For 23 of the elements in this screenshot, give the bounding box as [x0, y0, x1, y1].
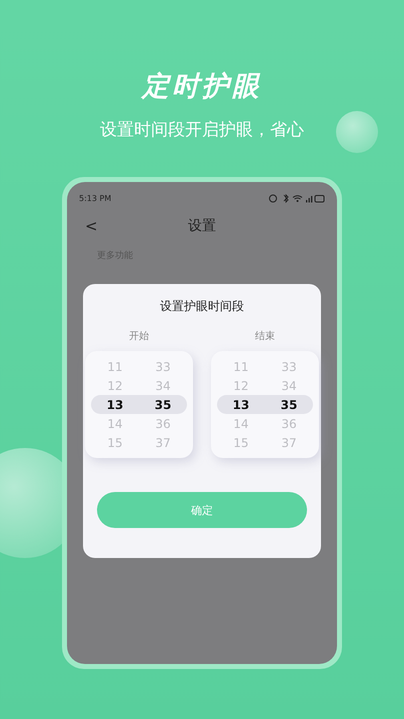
time-picker[interactable]: 11 33 12 34 13 35 14 36 15 37 [85, 351, 193, 458]
picker-row[interactable]: 14 36 [91, 414, 187, 433]
picker-row[interactable]: 13 35 [91, 395, 187, 414]
confirm-button[interactable]: 确定 [97, 492, 307, 528]
picker-row[interactable]: 13 35 [217, 395, 313, 414]
picker-label: 开始 [129, 330, 149, 343]
subtitle: 设置时间段开启护眼，省心 [100, 119, 304, 141]
picker-label: 结束 [255, 330, 275, 343]
picker-row[interactable]: 11 33 [217, 357, 313, 376]
headline: 定时护眼 [142, 70, 262, 104]
picker-row[interactable]: 12 34 [217, 376, 313, 395]
bubble-decoration [336, 111, 378, 153]
picker-row[interactable]: 15 37 [91, 433, 187, 452]
picker-row[interactable]: 12 34 [91, 376, 187, 395]
back-button[interactable]: < [79, 217, 109, 235]
status-time: 5:13 PM [79, 194, 112, 202]
dialog-title: 设置护眼时间段 [160, 298, 244, 315]
picker-row[interactable]: 15 37 [217, 433, 313, 452]
picker-row[interactable]: 14 36 [217, 414, 313, 433]
screen-title: 设置 [187, 217, 217, 235]
time-picker[interactable]: 11 33 12 34 13 35 14 36 15 37 [211, 351, 319, 458]
picker-row[interactable]: 11 33 [91, 357, 187, 376]
status-icons [269, 194, 325, 202]
